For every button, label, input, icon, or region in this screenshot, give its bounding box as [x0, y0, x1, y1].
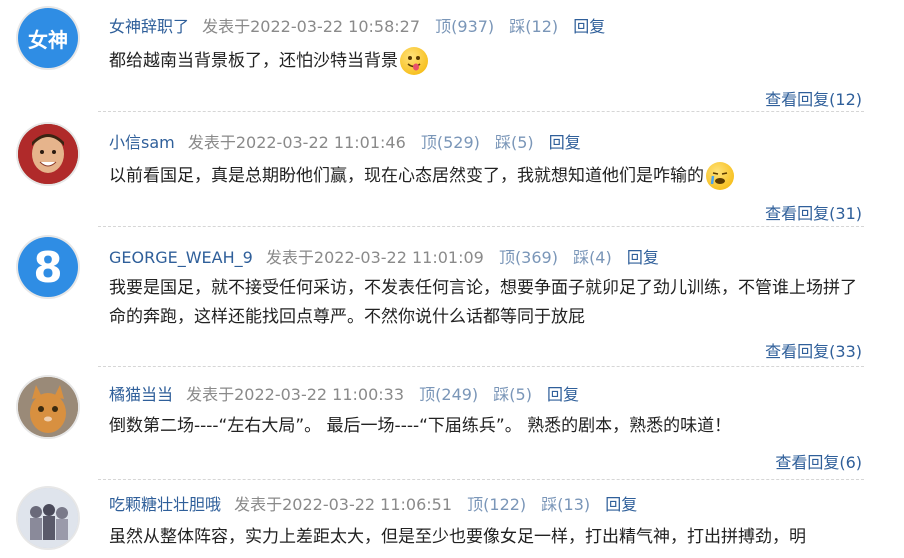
comment-meta: 女神辞职了 发表于2022-03-22 10:58:27 顶(937) 踩(12…: [109, 13, 605, 37]
avatar[interactable]: [18, 124, 78, 184]
comment-meta: 橘猫当当 发表于2022-03-22 11:00:33 顶(249) 踩(5) …: [109, 381, 579, 405]
downvote-button[interactable]: 踩(12): [509, 17, 558, 36]
avatar-photo-icon: [18, 124, 78, 184]
comment-meta: GEORGE_WEAH_9 发表于2022-03-22 11:01:09 顶(3…: [109, 244, 659, 268]
comment-item: 8 GEORGE_WEAH_9 发表于2022-03-22 11:01:09 顶…: [0, 227, 904, 367]
username-link[interactable]: GEORGE_WEAH_9: [109, 248, 253, 267]
comment-item: 小信sam 发表于2022-03-22 11:01:46 顶(529) 踩(5)…: [0, 112, 904, 227]
comment-meta: 小信sam 发表于2022-03-22 11:01:46 顶(529) 踩(5)…: [109, 129, 581, 153]
upvote-button[interactable]: 顶(122): [467, 495, 526, 514]
username-link[interactable]: 橘猫当当: [109, 385, 173, 404]
tongue-face-emoji-icon: [400, 47, 428, 75]
reply-button[interactable]: 回复: [547, 385, 579, 404]
crying-face-emoji-icon: [706, 162, 734, 190]
cat-photo-icon: [18, 377, 78, 437]
upvote-button[interactable]: 顶(369): [499, 248, 558, 267]
view-replies-link[interactable]: 查看回复(12): [765, 86, 862, 110]
reply-button[interactable]: 回复: [605, 495, 637, 514]
username-link[interactable]: 吃颗糖壮壮胆哦: [109, 495, 221, 514]
comment-item: 吃颗糖壮壮胆哦 发表于2022-03-22 11:06:51 顶(122) 踩(…: [0, 480, 904, 558]
comment-text: 以前看国足，真是总期盼他们赢，现在心态居然变了，我就想知道他们是咋输的: [109, 162, 869, 191]
comment-item: 橘猫当当 发表于2022-03-22 11:00:33 顶(249) 踩(5) …: [0, 367, 904, 480]
avatar[interactable]: [18, 488, 78, 548]
post-time: 发表于2022-03-22 11:06:51: [234, 495, 453, 514]
downvote-button[interactable]: 踩(5): [495, 133, 534, 152]
reply-button[interactable]: 回复: [627, 248, 659, 267]
reply-button[interactable]: 回复: [573, 17, 605, 36]
avatar[interactable]: [18, 377, 78, 437]
post-time: 发表于2022-03-22 11:01:46: [187, 133, 406, 152]
view-replies-link[interactable]: 查看回复(6): [775, 449, 862, 473]
reply-button[interactable]: 回复: [549, 133, 581, 152]
view-replies-link[interactable]: 查看回复(33): [765, 338, 862, 362]
downvote-button[interactable]: 踩(13): [541, 495, 590, 514]
avatar[interactable]: 女神: [18, 8, 78, 68]
post-time: 发表于2022-03-22 10:58:27: [202, 17, 421, 36]
avatar-text: 女神: [28, 27, 68, 52]
upvote-button[interactable]: 顶(937): [435, 17, 494, 36]
avatar-text: 8: [33, 242, 63, 292]
post-time: 发表于2022-03-22 11:01:09: [265, 248, 484, 267]
comment-text: 都给越南当背景板了，还怕沙特当背景: [109, 47, 869, 76]
upvote-button[interactable]: 顶(249): [419, 385, 478, 404]
comment-text-content: 都给越南当背景板了，还怕沙特当背景: [109, 51, 398, 71]
comment-text-content: 以前看国足，真是总期盼他们赢，现在心态居然变了，我就想知道他们是咋输的: [109, 166, 704, 186]
avatar[interactable]: 8: [18, 237, 78, 297]
comment-meta: 吃颗糖壮壮胆哦 发表于2022-03-22 11:06:51 顶(122) 踩(…: [109, 491, 637, 515]
post-time: 发表于2022-03-22 11:00:33: [186, 385, 405, 404]
upvote-button[interactable]: 顶(529): [421, 133, 480, 152]
comment-text: 我要是国足，就不接受任何采访，不发表任何言论，想要争面子就卯足了劲儿训练，不管谁…: [109, 278, 857, 327]
comment-text: 虽然从整体阵容，实力上差距太大，但是至少也要像女足一样，打出精气神，打出拼搏劲，…: [109, 527, 806, 547]
comment-text: 倒数第二场----“左右大局”。 最后一场----“下届练兵”。 熟悉的剧本，熟…: [109, 416, 732, 436]
group-photo-icon: [18, 488, 78, 548]
downvote-button[interactable]: 踩(5): [493, 385, 532, 404]
view-replies-link[interactable]: 查看回复(31): [765, 200, 862, 224]
username-link[interactable]: 女神辞职了: [109, 17, 189, 36]
downvote-button[interactable]: 踩(4): [573, 248, 612, 267]
username-link[interactable]: 小信sam: [109, 133, 175, 152]
comment-item: 女神 女神辞职了 发表于2022-03-22 10:58:27 顶(937) 踩…: [0, 0, 904, 112]
